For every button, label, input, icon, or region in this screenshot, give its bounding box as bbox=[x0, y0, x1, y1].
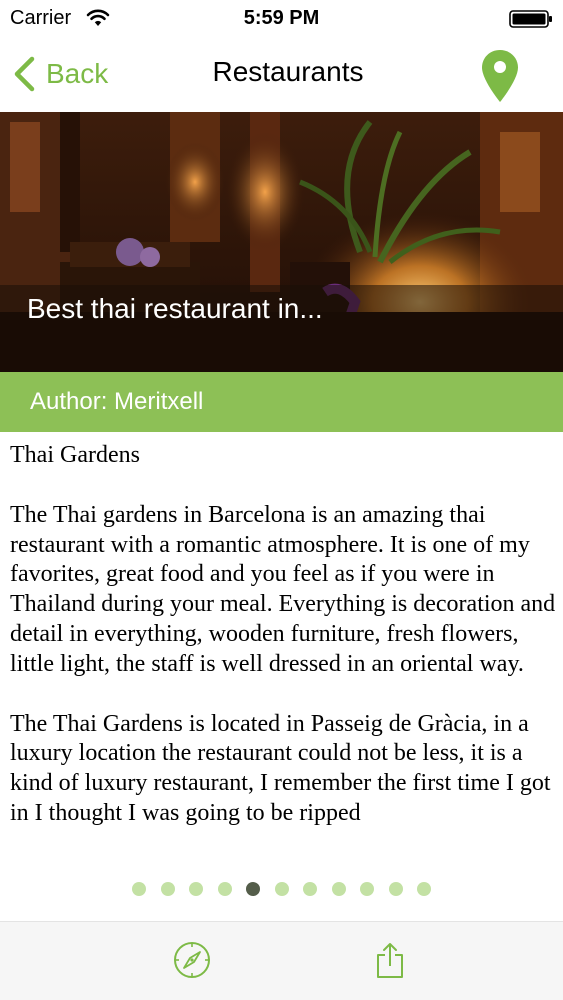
hero-image[interactable]: Best thai restaurant in... bbox=[0, 112, 563, 372]
article-paragraph: The Thai Gardens is located in Passeig d… bbox=[10, 710, 551, 826]
author-label: Author: Meritxell bbox=[30, 388, 204, 415]
page-dot-active[interactable] bbox=[246, 882, 260, 896]
page-dot[interactable] bbox=[132, 882, 146, 896]
navigation-bar: Back Restaurants bbox=[0, 38, 563, 112]
hero-caption: Best thai restaurant in... bbox=[27, 293, 323, 324]
map-pin-icon[interactable] bbox=[480, 48, 520, 104]
page-dot[interactable] bbox=[303, 882, 317, 896]
author-bar: Author: Meritxell bbox=[0, 372, 563, 432]
page-dot[interactable] bbox=[160, 882, 175, 896]
page-dot[interactable] bbox=[331, 882, 346, 896]
compass-icon[interactable] bbox=[173, 941, 211, 979]
share-icon[interactable] bbox=[375, 941, 405, 979]
article-body: Thai Gardens The Thai gardens in Barcelo… bbox=[10, 441, 558, 859]
status-time: 5:59 PM bbox=[243, 7, 320, 29]
page-dot[interactable] bbox=[189, 882, 203, 896]
page-indicator[interactable] bbox=[0, 882, 563, 896]
bottom-toolbar bbox=[0, 921, 563, 1000]
article-title: Thai Gardens bbox=[10, 442, 140, 468]
page-dot[interactable] bbox=[274, 882, 289, 896]
page-title: Restaurants bbox=[212, 56, 364, 87]
page-dot[interactable] bbox=[217, 882, 232, 896]
page-dot[interactable] bbox=[388, 882, 403, 896]
page-dot[interactable] bbox=[360, 882, 374, 896]
page-dot[interactable] bbox=[417, 882, 431, 896]
battery-icon bbox=[509, 10, 552, 28]
status-bar: Carrier 5:59 PM bbox=[0, 0, 563, 38]
article-paragraph: The Thai gardens in Barcelona is an amaz… bbox=[10, 501, 556, 677]
